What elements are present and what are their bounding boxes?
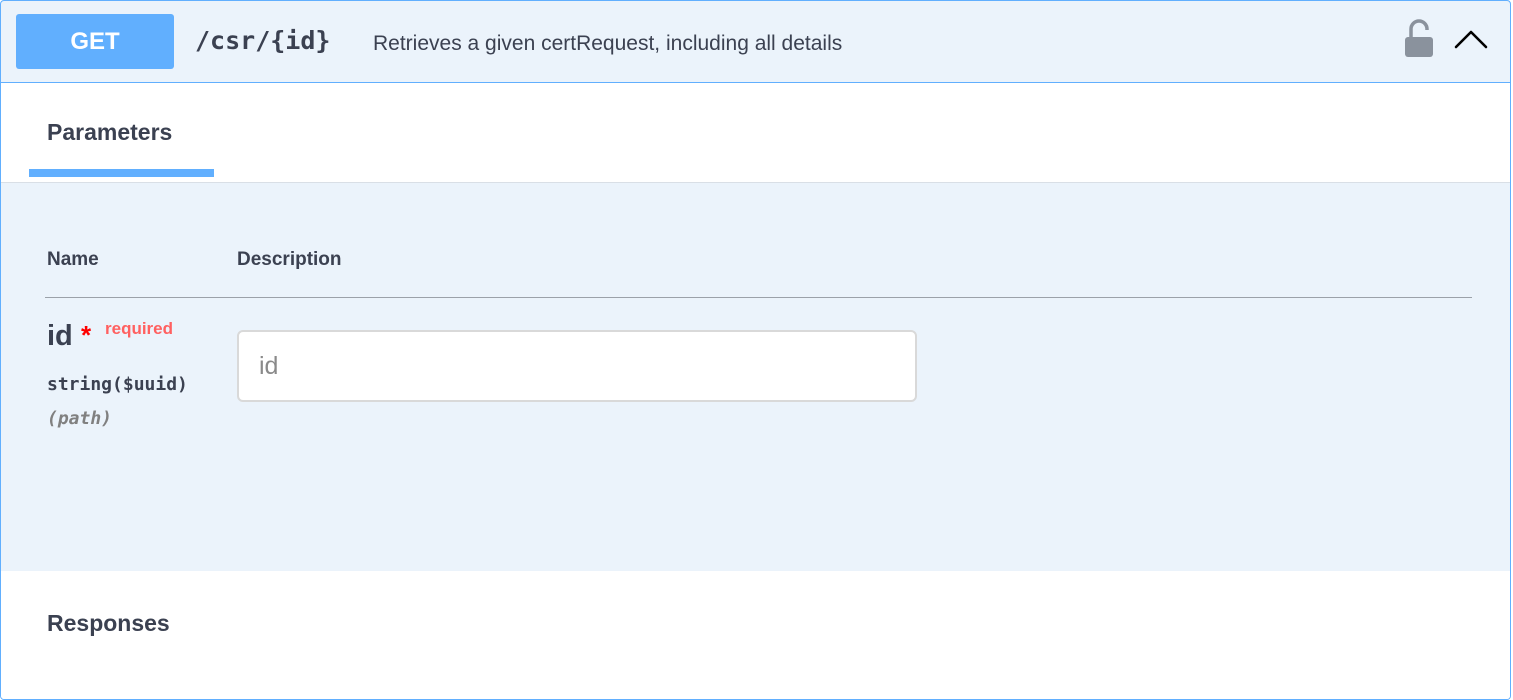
- column-header-description: Description: [237, 249, 342, 270]
- parameters-tab-header: Parameters: [1, 83, 1510, 183]
- operation-summary[interactable]: GET /csr/{id} Retrieves a given certRequ…: [1, 1, 1510, 83]
- unlocked-padlock-icon[interactable]: [1403, 19, 1435, 59]
- parameters-table: Name Description id * required string($u…: [1, 183, 1510, 571]
- parameter-name: id: [47, 320, 73, 352]
- chevron-up-icon[interactable]: [1451, 23, 1491, 53]
- column-header-name: Name: [47, 249, 99, 270]
- endpoint-path: /csr/{id}: [195, 26, 331, 55]
- table-header-divider: [45, 297, 1472, 298]
- required-label: required: [105, 319, 174, 338]
- endpoint-summary: Retrieves a given certRequest, including…: [373, 32, 843, 55]
- http-method-badge: GET: [16, 14, 174, 69]
- operation-block: GET /csr/{id} Retrieves a given certRequ…: [0, 0, 1511, 700]
- parameter-location: (path): [47, 408, 113, 429]
- responses-header: Responses: [1, 571, 1510, 699]
- active-tab-indicator: [29, 169, 214, 177]
- required-asterisk: *: [81, 320, 92, 350]
- parameter-type: string($uuid): [47, 374, 188, 395]
- parameters-tab[interactable]: Parameters: [47, 118, 172, 146]
- responses-title: Responses: [47, 610, 170, 636]
- parameter-id-input[interactable]: [237, 330, 917, 402]
